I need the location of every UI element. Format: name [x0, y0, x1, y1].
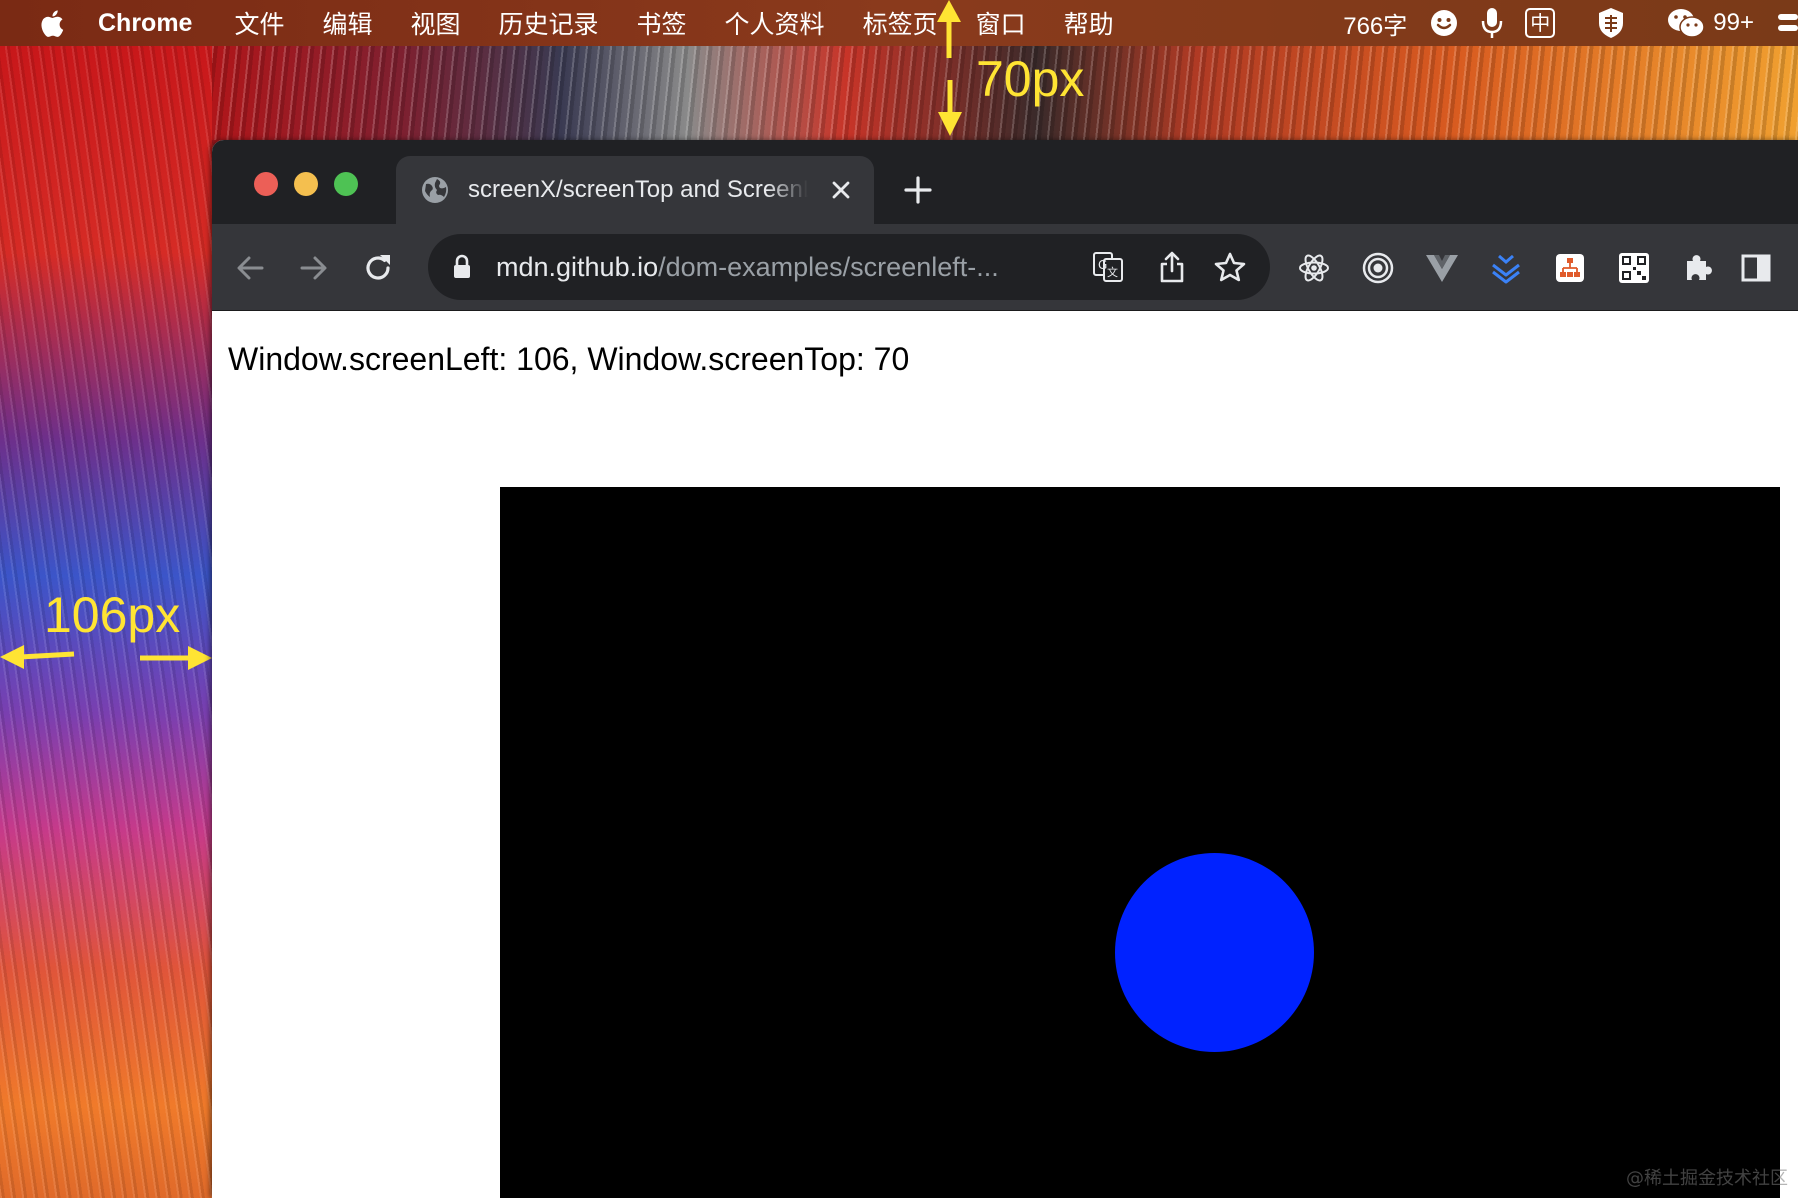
svg-text:文: 文: [1107, 265, 1118, 279]
svg-text:G: G: [1098, 258, 1107, 272]
tab-title: screenX/screenTop and ScreenLeft: [468, 176, 808, 203]
screen-position-readout: Window.screenLeft: 106, Window.screenTop…: [228, 341, 910, 377]
screen-left-label: Window.screenLeft:: [228, 341, 508, 377]
page-content: Window.screenLeft: 106, Window.screenTop…: [212, 311, 1798, 1198]
left-gap-label: 106px: [44, 587, 181, 643]
share-icon[interactable]: [1158, 250, 1186, 289]
lock-icon[interactable]: [452, 254, 472, 285]
left-gap-arrow: [0, 645, 212, 670]
tab-active[interactable]: screenX/screenTop and ScreenLeft: [396, 156, 874, 224]
react-devtools-icon[interactable]: [1296, 250, 1332, 286]
address-bar[interactable]: mdn.github.io/dom-examples/screenleft-..…: [428, 234, 1270, 300]
vue-devtools-icon[interactable]: [1424, 250, 1460, 286]
close-window-button[interactable]: [254, 172, 278, 196]
reload-icon[interactable]: [360, 250, 396, 286]
chrome-window: screenX/screenTop and ScreenLeft mdn.git…: [212, 140, 1798, 1198]
sitemap-icon[interactable]: [1552, 250, 1588, 286]
globe-icon: [420, 175, 450, 205]
close-tab-icon[interactable]: [830, 179, 852, 201]
demo-canvas[interactable]: [500, 487, 1780, 1198]
qr-code-icon[interactable]: [1616, 250, 1652, 286]
screen-top-value: 70: [873, 341, 910, 377]
browser-toolbar: mdn.github.io/dom-examples/screenleft-..…: [212, 224, 1798, 311]
screen-top-label: Window.screenTop:: [587, 341, 865, 377]
bookmark-star-icon[interactable]: [1214, 251, 1246, 288]
puzzle-icon[interactable]: [1680, 250, 1716, 286]
blue-ball: [1115, 853, 1314, 1052]
back-icon[interactable]: [232, 250, 268, 286]
layers-icon[interactable]: [1488, 250, 1524, 286]
url-path: /dom-examples/screenleft-...: [658, 252, 999, 282]
top-gap-label: 70px: [976, 51, 1085, 107]
top-gap-arrow: [937, 0, 962, 136]
url-text[interactable]: mdn.github.io/dom-examples/screenleft-..…: [496, 234, 999, 300]
side-panel-icon[interactable]: [1738, 250, 1774, 286]
url-host: mdn.github.io: [496, 252, 659, 282]
target-icon[interactable]: [1360, 250, 1396, 286]
zoom-window-button[interactable]: [334, 172, 358, 196]
screen-left-value: 106: [516, 341, 570, 377]
new-tab-icon[interactable]: [902, 174, 934, 206]
translate-icon[interactable]: G文: [1092, 251, 1124, 288]
forward-icon[interactable]: [296, 250, 332, 286]
watermark: @稀土掘金技术社区: [1626, 1168, 1788, 1189]
tab-strip: screenX/screenTop and ScreenLeft: [212, 140, 1798, 224]
minimize-window-button[interactable]: [294, 172, 318, 196]
